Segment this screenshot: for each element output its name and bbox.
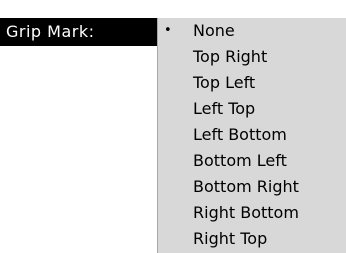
menu-item-label: None xyxy=(193,21,235,40)
menu-item-bottom-left[interactable]: Bottom Left xyxy=(158,148,346,174)
menu-item-label: Top Left xyxy=(193,73,256,92)
menu-item-label: Left Top xyxy=(193,99,256,118)
menu-item-label: Top Right xyxy=(193,47,268,66)
menu-item-left-bottom[interactable]: Left Bottom xyxy=(158,122,346,148)
grip-mark-label: Grip Mark: xyxy=(6,22,95,41)
menu-item-label: Left Bottom xyxy=(193,125,287,144)
menu-item-left-top[interactable]: Left Top xyxy=(158,96,346,122)
menu-item-none[interactable]: • None xyxy=(158,18,346,44)
grip-mark-popup-menu[interactable]: • None Top Right Top Left Left Top Left … xyxy=(157,18,346,253)
menu-item-label: Bottom Right xyxy=(193,177,299,196)
menu-item-label: Right Bottom xyxy=(193,203,299,222)
menu-item-bottom-right[interactable]: Bottom Right xyxy=(158,174,346,200)
menu-item-label: Right Top xyxy=(193,229,268,248)
menu-item-right-bottom[interactable]: Right Bottom xyxy=(158,200,346,226)
grip-mark-label-bar: Grip Mark: xyxy=(0,18,157,46)
menu-item-label: Bottom Left xyxy=(193,151,287,170)
selected-bullet-icon: • xyxy=(164,23,172,38)
menu-item-top-right[interactable]: Top Right xyxy=(158,44,346,70)
menu-item-right-top[interactable]: Right Top xyxy=(158,226,346,252)
menu-item-top-left[interactable]: Top Left xyxy=(158,70,346,96)
